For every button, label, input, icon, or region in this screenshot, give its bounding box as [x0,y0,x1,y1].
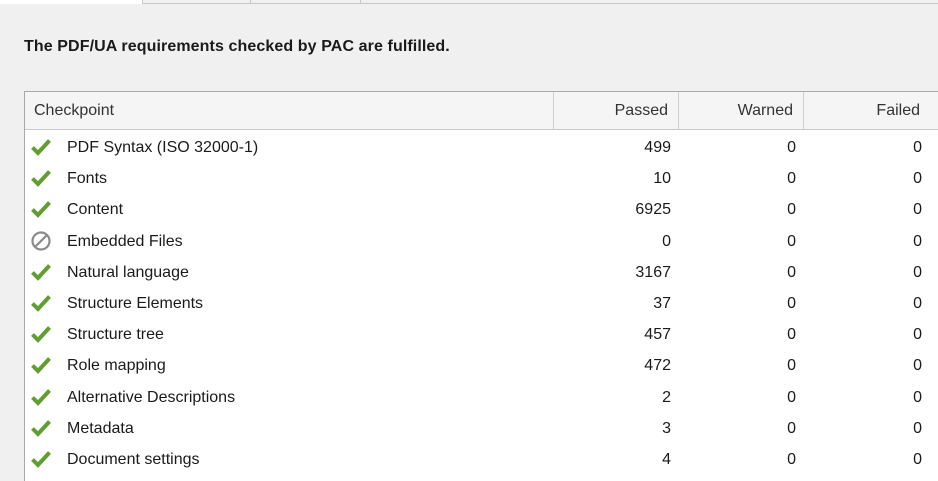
tab-strip-border [142,0,938,4]
table-row[interactable]: Natural language 3167 0 0 [25,257,938,288]
failed-count: 0 [913,388,922,406]
result-summary: The PDF/UA requirements checked by PAC a… [24,38,450,55]
check-icon [30,136,52,158]
passed-count: 10 [653,170,671,188]
check-icon [30,198,52,220]
passed-count: 3 [662,419,671,437]
checkpoint-label: Embedded Files [67,232,183,250]
check-icon [30,417,52,439]
failed-count: 0 [913,326,922,344]
passed-count: 4 [662,450,671,468]
passed-count: 499 [644,139,671,156]
checkpoint-label: Metadata [67,419,134,437]
passed-count: 3167 [635,263,671,281]
table-row[interactable]: Content 6925 0 0 [25,194,938,225]
column-header-failed[interactable]: Failed [804,92,938,129]
warned-count: 0 [787,170,796,188]
check-icon [30,323,52,345]
failed-count: 0 [913,201,922,219]
warned-count: 0 [787,263,796,281]
check-icon [30,386,52,408]
not-applicable-icon [30,230,52,252]
failed-count: 0 [913,419,922,437]
checkpoint-table: Checkpoint Passed Warned Failed PDF Synt… [24,91,938,481]
table-row[interactable]: Fonts 10 0 0 [25,163,938,194]
warned-count: 0 [787,419,796,437]
failed-count: 0 [913,170,922,188]
warned-count: 0 [787,139,796,156]
failed-count: 0 [913,357,922,375]
failed-count: 0 [913,450,922,468]
table-row[interactable]: Metadata 3 0 0 [25,413,938,444]
tab-separator [250,0,251,3]
checkpoint-label: Natural language [67,263,189,281]
table-row[interactable]: Embedded Files 0 0 0 [25,226,938,257]
tab-separator [360,0,361,3]
check-icon [30,354,52,376]
checkpoint-label: Fonts [67,170,108,188]
failed-count: 0 [913,263,922,281]
table-row[interactable]: PDF Syntax (ISO 32000-1) 499 0 0 [25,132,938,163]
passed-count: 37 [653,294,671,312]
table-row[interactable]: Document settings 4 0 0 [25,444,938,475]
check-icon [30,292,52,314]
checkpoint-label: Content [67,201,124,219]
checkpoint-label: Document settings [67,450,200,468]
warned-count: 0 [787,201,796,219]
passed-count: 0 [662,232,671,250]
column-header-checkpoint[interactable]: Checkpoint [25,92,554,129]
warned-count: 0 [787,357,796,375]
checkpoint-label: Structure Elements [67,294,204,312]
checkpoint-label: Structure tree [67,326,164,344]
table-header: Checkpoint Passed Warned Failed [25,92,938,130]
checkpoint-label: PDF Syntax (ISO 32000-1) [67,139,259,156]
warned-count: 0 [787,232,796,250]
tab-active[interactable] [0,0,143,4]
check-icon [30,261,52,283]
passed-count: 6925 [635,201,671,219]
check-icon [30,448,52,470]
checkpoint-label: Role mapping [67,357,166,375]
passed-count: 2 [662,388,671,406]
failed-count: 0 [913,294,922,312]
table-body: PDF Syntax (ISO 32000-1) 499 0 0 Fonts 10 0 0 Co… [25,132,938,475]
passed-count: 457 [644,326,671,344]
failed-count: 0 [913,232,922,250]
warned-count: 0 [787,450,796,468]
table-row[interactable]: Structure Elements 37 0 0 [25,288,938,319]
warned-count: 0 [787,326,796,344]
table-row[interactable]: Role mapping 472 0 0 [25,350,938,381]
passed-count: 472 [644,357,671,375]
failed-count: 0 [913,139,922,156]
column-header-passed[interactable]: Passed [554,92,679,129]
table-row[interactable]: Structure tree 457 0 0 [25,319,938,350]
column-header-warned[interactable]: Warned [679,92,804,129]
warned-count: 0 [787,388,796,406]
check-icon [30,167,52,189]
checkpoint-label: Alternative Descriptions [67,388,236,406]
tab-strip [0,0,938,4]
warned-count: 0 [787,294,796,312]
table-row[interactable]: Alternative Descriptions 2 0 0 [25,382,938,413]
